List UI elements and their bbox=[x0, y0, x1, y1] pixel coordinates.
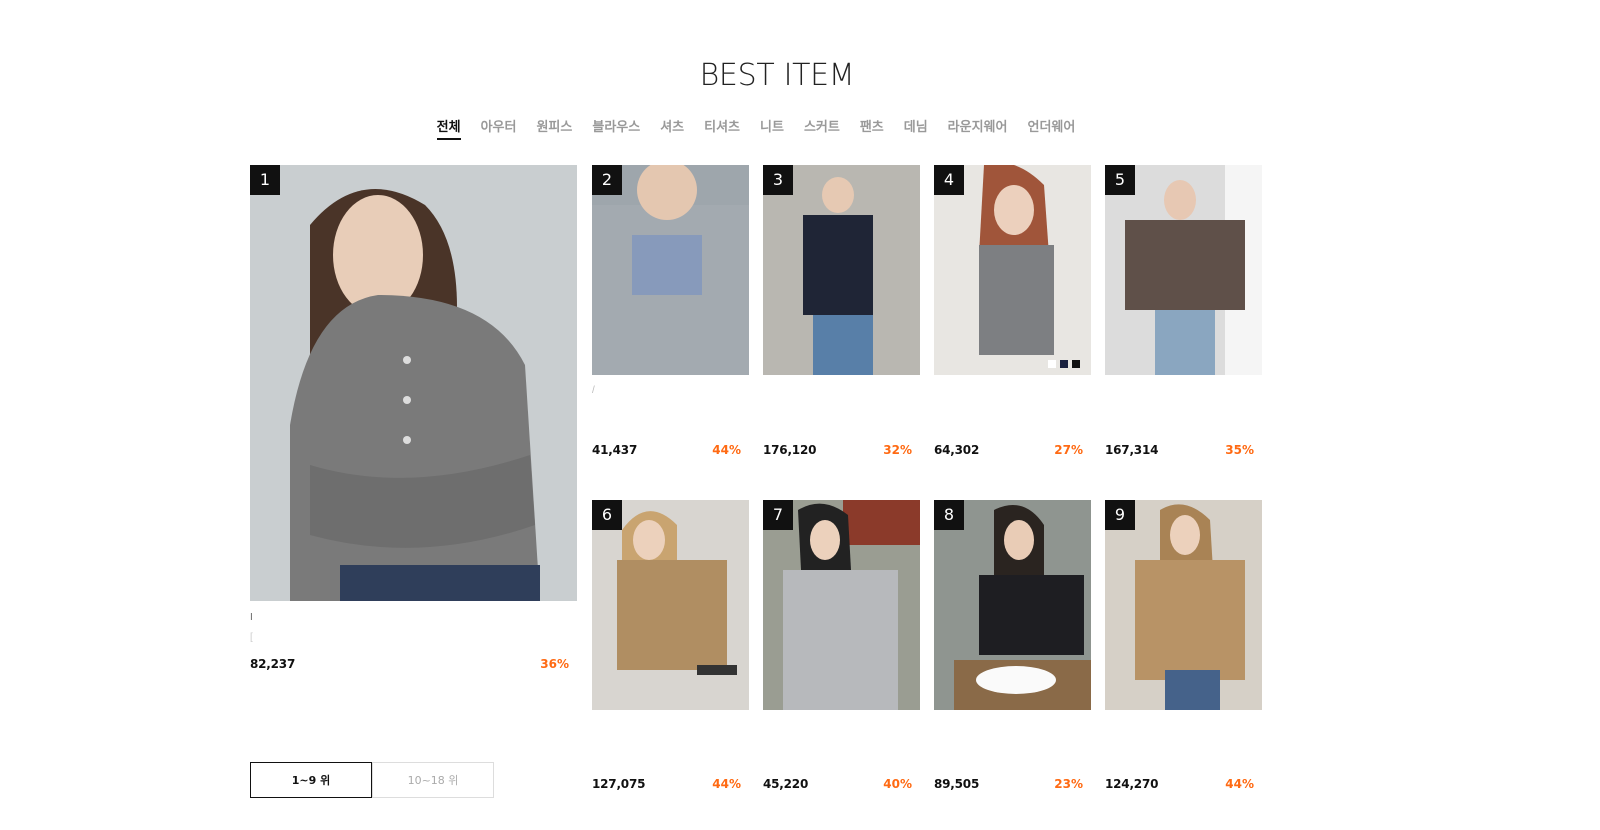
tab-tshirts[interactable]: 티셔츠 bbox=[704, 114, 740, 140]
rank-badge: 7 bbox=[763, 500, 793, 530]
category-tabs: 전체 아우터 원피스 블라우스 셔츠 티셔츠 니트 스커트 팬츠 데님 라운지웨… bbox=[0, 114, 1512, 140]
discount-rate: 35% bbox=[1225, 443, 1254, 457]
product-image[interactable] bbox=[763, 165, 920, 375]
product-card-2[interactable]: 2 / 41,437 44% bbox=[592, 165, 749, 465]
rank-badge: 2 bbox=[592, 165, 622, 195]
product-label-mark: I bbox=[250, 612, 253, 623]
product-image[interactable] bbox=[1105, 500, 1262, 710]
discount-rate: 44% bbox=[712, 777, 741, 791]
product-price: 45,220 bbox=[763, 777, 809, 791]
rank-badge: 5 bbox=[1105, 165, 1135, 195]
product-card-6[interactable]: 6 127,075 44% bbox=[592, 500, 749, 800]
discount-rate: 44% bbox=[712, 443, 741, 457]
product-card-9[interactable]: 9 124,270 44% bbox=[1105, 500, 1262, 800]
rank-badge: 1 bbox=[250, 165, 280, 195]
tab-knit[interactable]: 니트 bbox=[760, 114, 784, 140]
product-price: 41,437 bbox=[592, 443, 638, 457]
product-image[interactable] bbox=[934, 165, 1091, 375]
product-image[interactable] bbox=[592, 500, 749, 710]
product-card-3[interactable]: 3 176,120 32% bbox=[763, 165, 920, 465]
product-card-8[interactable]: 8 89,505 23% bbox=[934, 500, 1091, 800]
tab-shirts[interactable]: 셔츠 bbox=[660, 114, 684, 140]
tab-pants[interactable]: 팬츠 bbox=[860, 114, 884, 140]
page-1-9-button[interactable]: 1~9 위 bbox=[250, 762, 372, 798]
page-10-18-button[interactable]: 10~18 위 bbox=[372, 762, 494, 798]
product-price: 127,075 bbox=[592, 777, 646, 791]
product-image[interactable] bbox=[1105, 165, 1262, 375]
tab-onepiece[interactable]: 원피스 bbox=[536, 114, 572, 140]
tab-blouse[interactable]: 블라우스 bbox=[592, 114, 640, 140]
product-price: 124,270 bbox=[1105, 777, 1159, 791]
product-image[interactable] bbox=[592, 165, 749, 375]
discount-rate: 23% bbox=[1054, 777, 1083, 791]
rank-badge: 8 bbox=[934, 500, 964, 530]
product-image[interactable] bbox=[934, 500, 1091, 710]
product-card-1[interactable]: 1 I [ 82,237 36% bbox=[250, 165, 577, 675]
product-price: 167,314 bbox=[1105, 443, 1159, 457]
discount-rate: 27% bbox=[1054, 443, 1083, 457]
rank-badge: 3 bbox=[763, 165, 793, 195]
product-price: 176,120 bbox=[763, 443, 817, 457]
product-price: 82,237 bbox=[250, 657, 296, 671]
product-card-5[interactable]: 5 167,314 35% bbox=[1105, 165, 1262, 465]
discount-rate: 44% bbox=[1225, 777, 1254, 791]
tab-underwear[interactable]: 언더웨어 bbox=[1027, 114, 1075, 140]
product-label-mark: / bbox=[592, 385, 595, 396]
tab-skirt[interactable]: 스커트 bbox=[804, 114, 840, 140]
product-image[interactable] bbox=[250, 165, 577, 601]
tab-outer[interactable]: 아우터 bbox=[481, 114, 517, 140]
discount-rate: 32% bbox=[883, 443, 912, 457]
tab-all[interactable]: 전체 bbox=[436, 114, 461, 140]
tab-denim[interactable]: 데님 bbox=[904, 114, 928, 140]
discount-rate: 36% bbox=[540, 657, 569, 671]
product-price: 89,505 bbox=[934, 777, 980, 791]
product-price: 64,302 bbox=[934, 443, 980, 457]
product-card-7[interactable]: 7 45,220 40% bbox=[763, 500, 920, 800]
discount-rate: 40% bbox=[883, 777, 912, 791]
product-label-mark: [ bbox=[250, 632, 253, 643]
product-image[interactable] bbox=[763, 500, 920, 710]
product-card-4[interactable]: 4 64,302 27% bbox=[934, 165, 1091, 465]
rank-badge: 9 bbox=[1105, 500, 1135, 530]
rank-badge: 6 bbox=[592, 500, 622, 530]
rank-badge: 4 bbox=[934, 165, 964, 195]
rank-pager: 1~9 위 10~18 위 bbox=[250, 762, 494, 798]
tab-loungewear[interactable]: 라운지웨어 bbox=[948, 114, 1008, 140]
page-title: BEST ITEM bbox=[699, 58, 855, 93]
